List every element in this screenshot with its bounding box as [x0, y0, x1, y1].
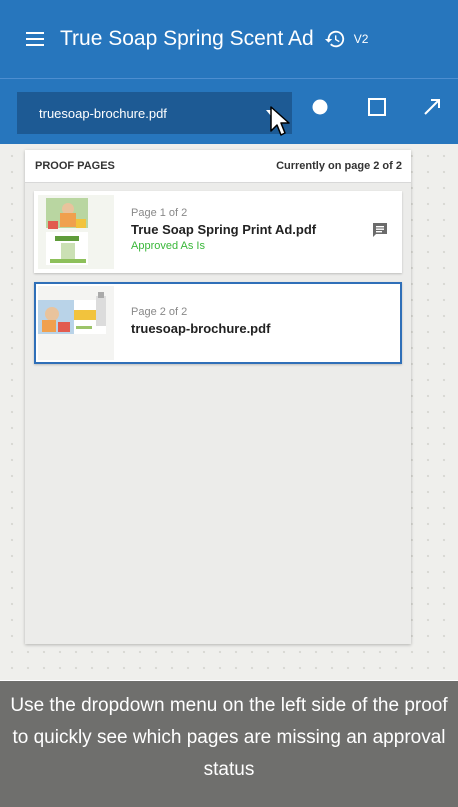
- page-card-1[interactable]: Page 1 of 2 True Soap Spring Print Ad.pd…: [34, 191, 402, 273]
- rectangle-tool-icon[interactable]: [366, 96, 388, 118]
- page-2-thumbnail: [38, 286, 114, 360]
- page-file-name: truesoap-brochure.pdf: [131, 321, 271, 336]
- mouse-pointer-icon: [270, 106, 290, 136]
- hamburger-menu-icon[interactable]: [26, 31, 46, 47]
- tutorial-caption: Use the dropdown menu on the left side o…: [0, 680, 458, 807]
- caption-text: Use the dropdown menu on the left side o…: [10, 695, 448, 780]
- file-select-dropdown[interactable]: truesoap-brochure.pdf: [17, 92, 292, 134]
- proof-pages-panel: PROOF PAGES Currently on page 2 of 2 Pag…: [25, 150, 411, 644]
- page-label: Page 2 of 2: [131, 306, 188, 318]
- comment-icon[interactable]: [372, 222, 388, 238]
- arrow-tool-icon[interactable]: [421, 96, 443, 118]
- annotation-toolbar: truesoap-brochure.pdf: [0, 78, 458, 144]
- page-label: Page 1 of 2: [131, 207, 188, 219]
- page-file-name: True Soap Spring Print Ad.pdf: [131, 222, 317, 237]
- proof-title: True Soap Spring Scent Ad: [60, 27, 314, 50]
- approval-status: Approved As Is: [131, 240, 205, 252]
- panel-header: PROOF PAGES Currently on page 2 of 2: [25, 150, 411, 183]
- page-card-2[interactable]: Page 2 of 2 truesoap-brochure.pdf: [34, 282, 402, 364]
- current-page-indicator: Currently on page 2 of 2: [276, 160, 402, 172]
- page-1-thumbnail: [38, 195, 114, 269]
- version-badge[interactable]: V2: [354, 32, 369, 46]
- panel-title: PROOF PAGES: [35, 160, 115, 172]
- history-icon[interactable]: [324, 28, 346, 50]
- file-select-value: truesoap-brochure.pdf: [39, 105, 167, 121]
- app-header: True Soap Spring Scent Ad V2: [0, 0, 458, 78]
- circle-tool-icon[interactable]: [309, 96, 331, 118]
